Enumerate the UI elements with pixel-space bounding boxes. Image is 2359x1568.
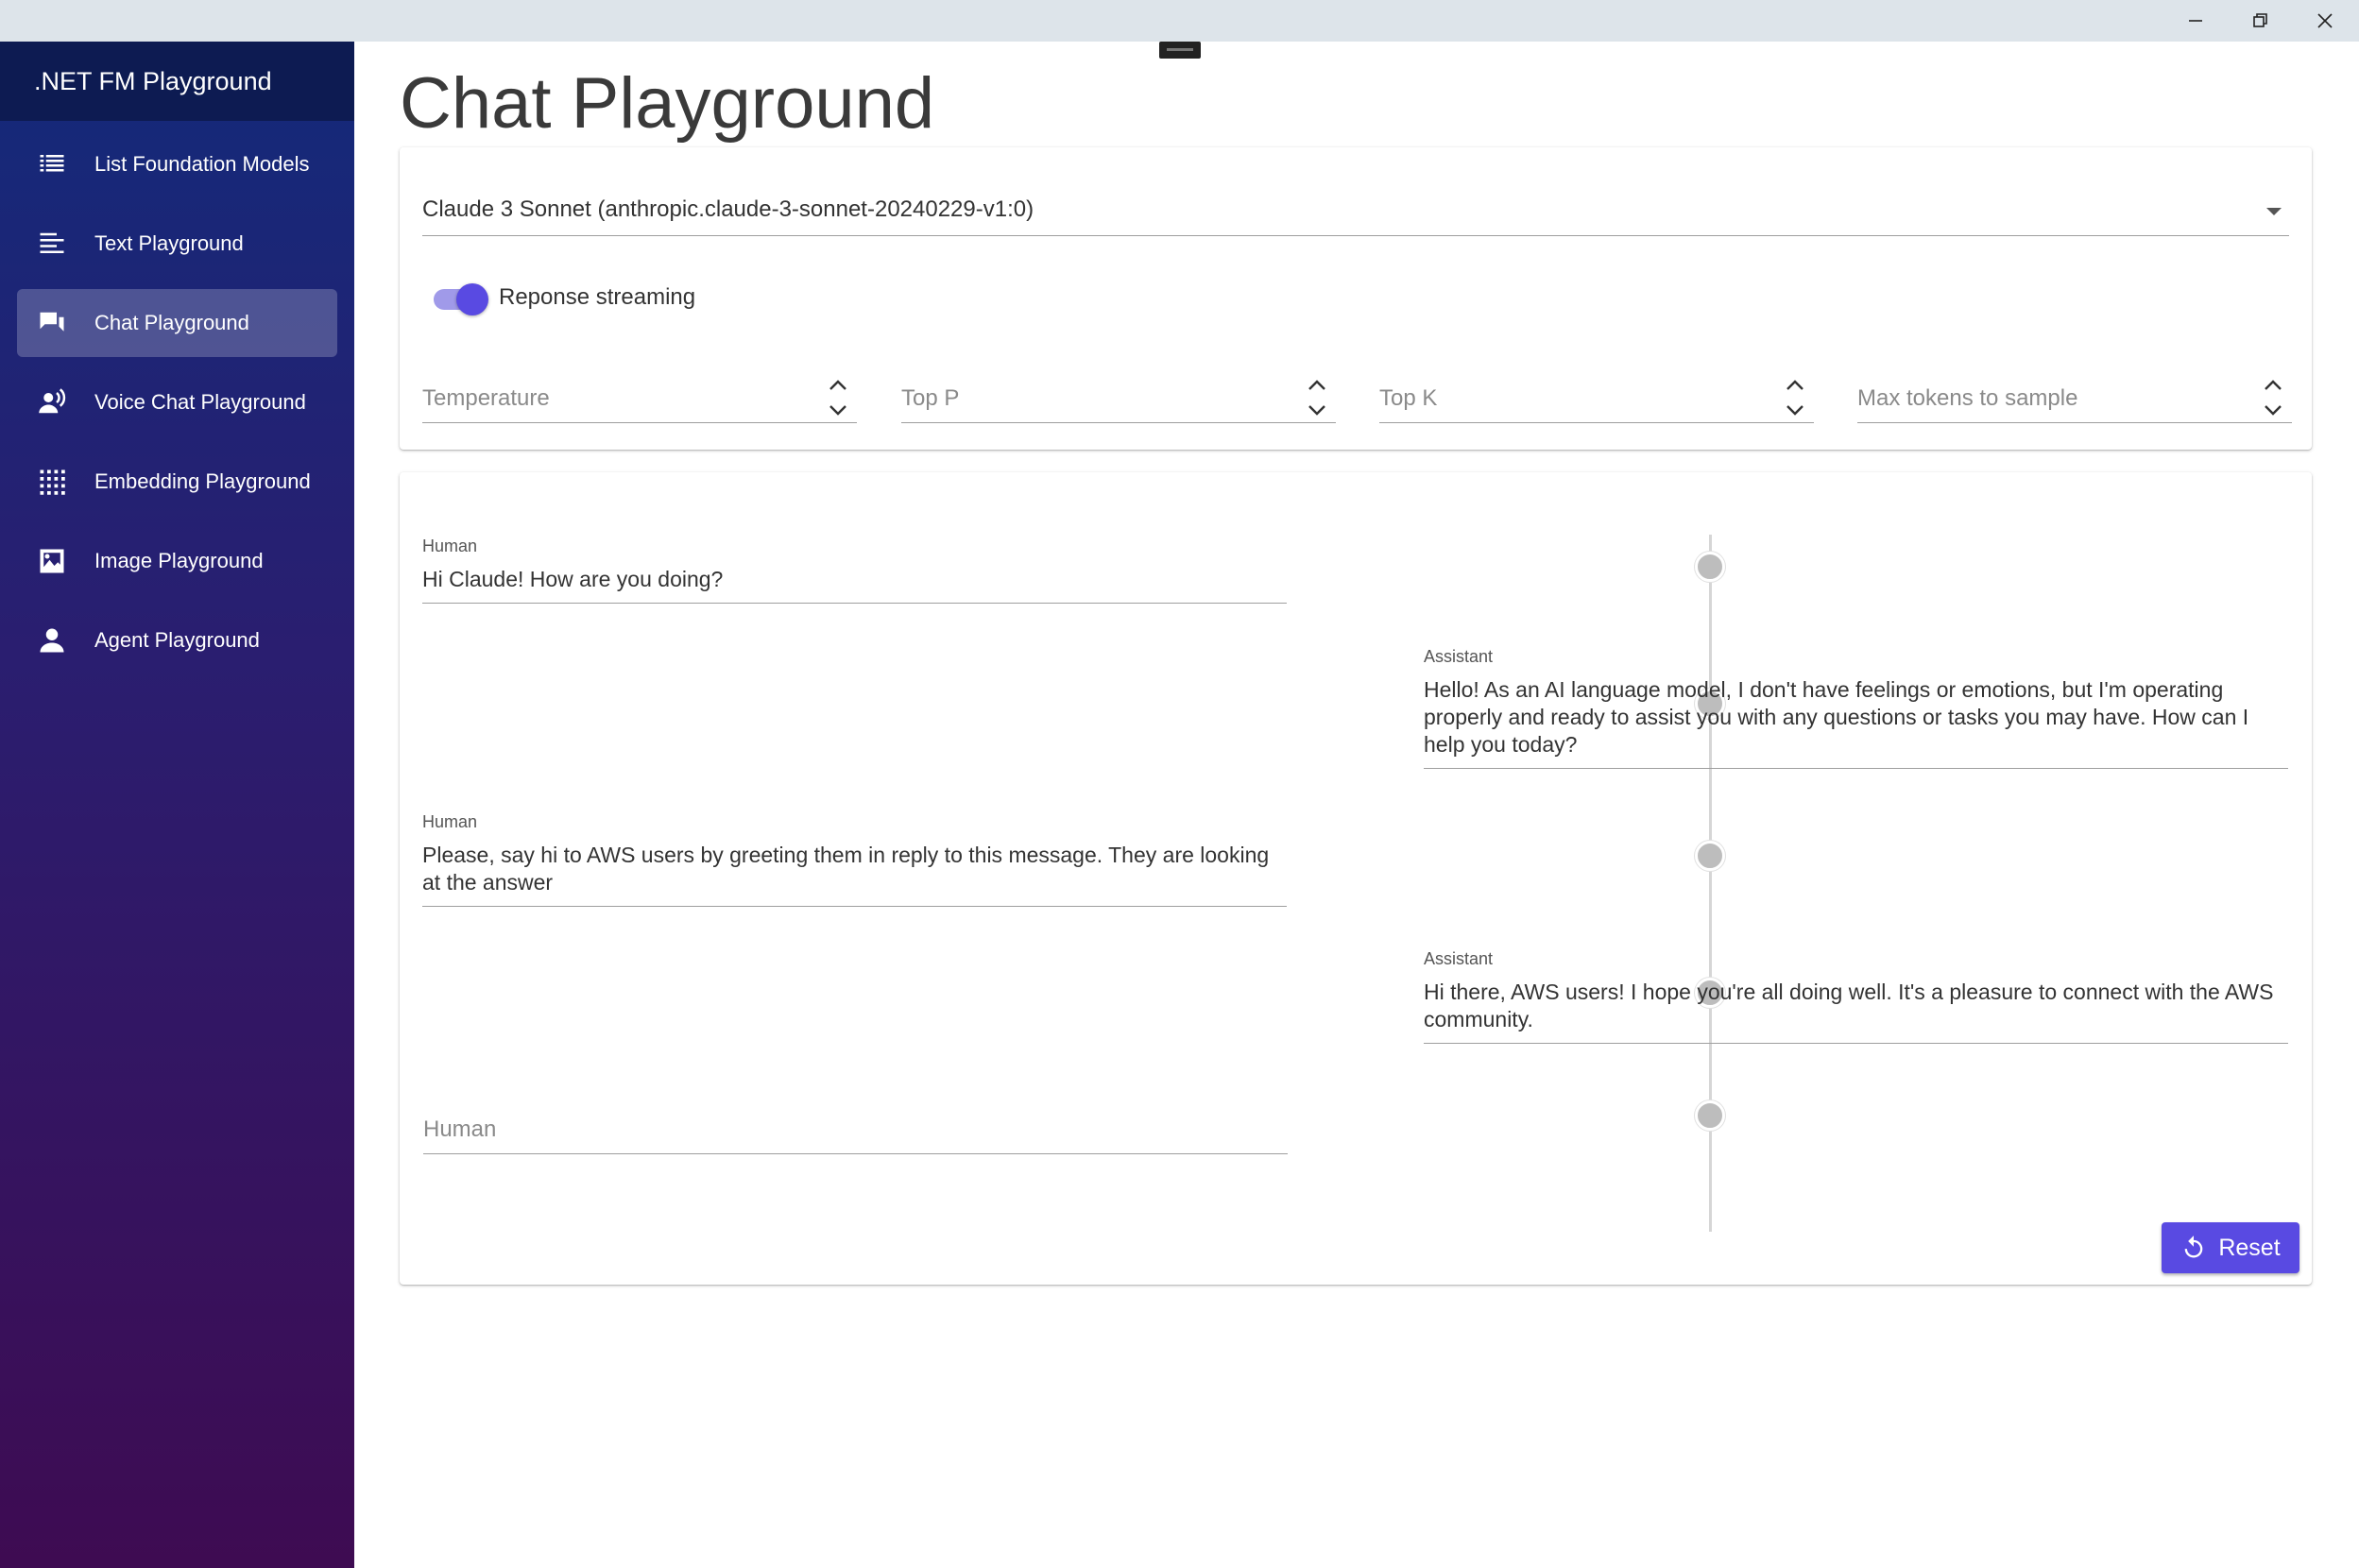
sidebar-item-label: Text Playground (94, 231, 244, 255)
app-brand[interactable]: .NET FM Playground (0, 42, 354, 121)
minimize-button[interactable] (2163, 0, 2228, 42)
voice-chat-icon (39, 388, 66, 414)
top-k-field[interactable]: Top K (1379, 374, 1814, 423)
temperature-field[interactable]: Temperature (422, 374, 857, 423)
message-role: Assistant (1424, 949, 1494, 968)
drag-handle[interactable] (1159, 42, 1201, 59)
chat-message-human: Human Hi Claude! How are you doing? (422, 537, 1287, 604)
sidebar-item-label: Agent Playground (94, 628, 260, 652)
timeline-dot (1695, 1100, 1725, 1131)
sidebar-item-label: List Foundation Models (94, 152, 310, 176)
temperature-spinner[interactable] (825, 374, 851, 421)
restore-button[interactable] (2228, 0, 2292, 42)
human-message-input[interactable]: Human (423, 1105, 1288, 1154)
message-text[interactable]: Hi Claude! How are you doing? (422, 566, 1287, 604)
toggle-knob (456, 283, 488, 315)
main-content: Chat Playground Claude 3 Sonnet (anthrop… (354, 42, 2359, 1568)
sidebar-item-text-playground[interactable]: Text Playground (17, 210, 337, 278)
message-role: Human (422, 812, 478, 831)
chevron-down-icon (2266, 208, 2282, 215)
streaming-toggle[interactable] (434, 281, 488, 315)
sidebar-item-image-playground[interactable]: Image Playground (17, 527, 337, 595)
window-titlebar (0, 0, 2359, 42)
top-k-placeholder: Top K (1379, 385, 1438, 411)
sidebar-item-label: Chat Playground (94, 311, 249, 334)
image-icon (40, 549, 64, 573)
close-button[interactable] (2293, 0, 2357, 42)
reset-button[interactable]: Reset (2162, 1222, 2299, 1273)
model-select-value: Claude 3 Sonnet (anthropic.claude-3-sonn… (422, 196, 1034, 222)
reset-icon (2185, 1236, 2203, 1258)
sidebar-item-agent-playground[interactable]: Agent Playground (17, 606, 337, 674)
list-icon (40, 155, 64, 172)
page-title: Chat Playground (400, 63, 935, 144)
top-k-spinner[interactable] (1782, 374, 1808, 421)
restore-icon (2253, 13, 2267, 27)
temperature-placeholder: Temperature (422, 385, 550, 411)
close-icon (2317, 13, 2333, 28)
max-tokens-spinner[interactable] (2260, 374, 2286, 421)
human-input-placeholder: Human (423, 1116, 497, 1142)
message-text[interactable]: Hi there, AWS users! I hope you're all d… (1424, 979, 2288, 1044)
sidebar-nav: List Foundation Models Text Playground C… (0, 130, 354, 674)
reset-button-label: Reset (2218, 1234, 2281, 1261)
sidebar-item-label: Image Playground (94, 549, 264, 572)
max-tokens-field[interactable]: Max tokens to sample (1857, 374, 2292, 423)
spinner-arrows-icon (2265, 380, 2282, 416)
grid-dots-icon (40, 469, 65, 495)
top-p-spinner[interactable] (1304, 374, 1330, 421)
top-p-placeholder: Top P (901, 385, 960, 411)
chat-icon (40, 312, 64, 332)
chat-message-assistant: Assistant Hi there, AWS users! I hope yo… (1424, 949, 2288, 1044)
sidebar-item-voice-chat-playground[interactable]: Voice Chat Playground (17, 368, 337, 436)
message-role: Assistant (1424, 647, 1494, 666)
model-select[interactable]: Claude 3 Sonnet (anthropic.claude-3-sonn… (422, 187, 2289, 236)
streaming-toggle-label: Reponse streaming (499, 284, 696, 310)
timeline-dot (1695, 552, 1725, 582)
sidebar-item-embedding-playground[interactable]: Embedding Playground (17, 448, 337, 516)
message-text[interactable]: Please, say hi to AWS users by greeting … (422, 842, 1287, 907)
sidebar: .NET FM Playground List Foundation Model… (0, 42, 354, 1568)
settings-card: Claude 3 Sonnet (anthropic.claude-3-sonn… (400, 147, 2312, 450)
sidebar-item-list-foundation-models[interactable]: List Foundation Models (17, 130, 337, 198)
sidebar-item-label: Voice Chat Playground (94, 390, 306, 414)
timeline-dot (1695, 841, 1725, 871)
minimize-icon (2189, 20, 2202, 22)
spinner-arrows-icon (1308, 380, 1325, 416)
sidebar-item-label: Embedding Playground (94, 469, 311, 493)
chat-message-human: Human Please, say hi to AWS users by gre… (422, 812, 1287, 907)
spinner-arrows-icon (1786, 380, 1803, 416)
chat-message-assistant: Assistant Hello! As an AI language model… (1424, 647, 2288, 769)
max-tokens-placeholder: Max tokens to sample (1857, 385, 2078, 411)
person-icon (40, 628, 64, 653)
sidebar-item-chat-playground[interactable]: Chat Playground (17, 289, 337, 357)
top-p-field[interactable]: Top P (901, 374, 1336, 423)
message-role: Human (422, 537, 478, 555)
spinner-arrows-icon (829, 380, 846, 416)
message-text[interactable]: Hello! As an AI language model, I don't … (1424, 676, 2288, 769)
text-lines-icon (40, 232, 64, 253)
